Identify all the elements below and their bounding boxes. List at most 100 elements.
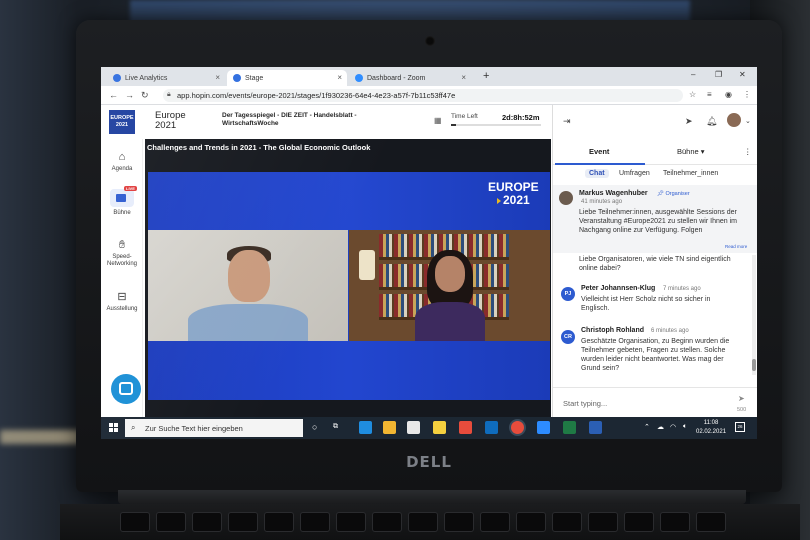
tab-stage[interactable]: Stage × [227, 70, 347, 86]
url-text: app.hopin.com/events/europe-2021/stages/… [177, 91, 456, 100]
tab-label: Stage [245, 74, 264, 82]
tray-chevron-icon[interactable]: ⌃ [644, 423, 650, 431]
collapse-panel-icon[interactable]: ⇥ [563, 116, 571, 127]
tab-label: Bühne [677, 147, 699, 156]
laptop-screen: Live Analytics × Stage × Dashboard - Zoo… [101, 67, 757, 439]
message-time: 41 minutes ago [581, 199, 623, 205]
logo-line1: EUROPE [110, 115, 134, 121]
stage-title: Challenges and Trends in 2021 - The Glob… [147, 143, 371, 152]
sidebar-item-ausstellung[interactable]: ⊟ Ausstellung [101, 291, 143, 312]
chrome-icon[interactable] [511, 421, 524, 434]
close-icon[interactable]: × [337, 73, 342, 82]
keyboard-key [480, 512, 510, 532]
avatar[interactable] [727, 113, 741, 127]
chat-input[interactable]: Start typing... ➤ 500 [553, 387, 757, 417]
hopin-favicon-icon [233, 74, 241, 82]
task-view-icon[interactable]: ⧉ [333, 423, 338, 431]
keyboard-key [408, 512, 438, 532]
tab-live-analytics[interactable]: Live Analytics × [107, 70, 225, 86]
media-icon[interactable]: ≡ [707, 90, 712, 99]
outlook-icon[interactable] [485, 421, 498, 434]
subtab-umfragen[interactable]: Umfragen [619, 170, 650, 177]
sidebar-item-speed-networking[interactable]: ✋︎ Speed- Networking [101, 239, 143, 268]
tab-event[interactable]: Event [589, 147, 609, 156]
clock-date: 02.02.2021 [696, 429, 727, 435]
dell-logo: DELL [406, 453, 452, 471]
panel-tabs: Event Bühne ▾ ⋮ [553, 139, 757, 165]
close-icon[interactable]: × [215, 73, 220, 82]
home-icon: ⌂ [118, 151, 126, 163]
event-logo[interactable]: EUROPE 2021 [109, 110, 135, 134]
clock-time: 11:08 [703, 420, 719, 426]
forward-icon[interactable]: → [125, 90, 134, 100]
message-time: 7 minutes ago [663, 286, 701, 292]
volume-icon[interactable]: 🔈︎ [683, 423, 687, 431]
close-icon[interactable]: × [461, 73, 466, 82]
read-more-link[interactable]: Read more [725, 244, 747, 249]
stage-video[interactable]: EUROPE 2021 [148, 172, 550, 400]
lock-icon[interactable]: 🔒︎ [167, 91, 171, 99]
help-chat-button[interactable] [111, 374, 141, 404]
sponsors-line2: WirtschaftsWoche [222, 120, 279, 127]
keyboard-key [192, 512, 222, 532]
menu-icon[interactable]: ⋮ [743, 90, 751, 99]
tab-buehne[interactable]: Bühne ▾ [677, 147, 705, 156]
window-close-icon[interactable]: ✕ [739, 70, 746, 79]
send-icon[interactable]: ➤ [738, 394, 745, 403]
subtab-teilnehmer[interactable]: Teilnehmer_innen [663, 170, 718, 177]
keyboard-key [336, 512, 366, 532]
avatar: PJ [561, 287, 575, 301]
europe-logo-overlay: EUROPE 2021 [488, 181, 539, 207]
keyboard-key [552, 512, 582, 532]
subtab-chat[interactable]: Chat [585, 169, 609, 178]
tab-label: Live Analytics [125, 74, 168, 82]
speaker-video-right [349, 230, 550, 341]
sidebar-item-buehne[interactable]: LIVE Bühne [101, 186, 143, 216]
keyboard-key [624, 512, 654, 532]
star-icon[interactable]: ☆ [689, 90, 696, 99]
overlay-line2: 2021 [502, 193, 530, 207]
tab-zoom[interactable]: Dashboard - Zoom × [349, 70, 471, 86]
video-camera-icon: LIVE [110, 186, 137, 207]
send-icon[interactable]: ➤ [685, 116, 693, 127]
lock-app-icon[interactable] [433, 421, 446, 434]
new-tab-icon[interactable]: + [483, 70, 489, 82]
avatar [559, 191, 573, 205]
cortana-icon[interactable]: ○ [312, 422, 317, 432]
zoom-icon[interactable] [537, 421, 550, 434]
time-left-value: 2d:8h:52m [502, 113, 540, 122]
keyboard-key [156, 512, 186, 532]
handshake-icon: ✋︎ [118, 239, 126, 251]
search-icon: ⌕ [131, 423, 136, 432]
wifi-icon[interactable]: ◠ [670, 423, 676, 431]
event-sponsors: Der Tagesspiegel - DIE ZEIT - Handelsbla… [222, 112, 357, 128]
keyboard-key [120, 512, 150, 532]
app-icon[interactable] [459, 421, 472, 434]
more-icon[interactable]: ⋮ [744, 147, 752, 156]
message-author: Peter Johannsen-Klug [581, 285, 656, 292]
maximize-icon[interactable]: ❐ [715, 70, 722, 79]
windows-start-icon[interactable] [109, 423, 119, 433]
keyboard-key [264, 512, 294, 532]
url-field[interactable]: app.hopin.com/events/europe-2021/stages/… [163, 89, 683, 102]
taskbar-search[interactable]: ⌕ Zur Suche Text hier eingeben [125, 419, 303, 437]
bell-icon[interactable]: 🔔︎ [706, 116, 717, 127]
cloud-icon[interactable]: ☁︎ [657, 423, 664, 431]
store-icon[interactable] [407, 421, 420, 434]
notification-icon[interactable]: 26 [735, 422, 745, 432]
word-icon[interactable] [589, 421, 602, 434]
profile-icon[interactable]: ◉ [725, 90, 732, 99]
edge-icon[interactable] [359, 421, 372, 434]
keyboard-key [516, 512, 546, 532]
reload-icon[interactable]: ↻ [141, 90, 149, 101]
back-icon[interactable]: ← [109, 90, 118, 100]
minimize-icon[interactable]: – [691, 70, 695, 79]
chat-scrollbar[interactable] [752, 255, 756, 375]
stage-area: Challenges and Trends in 2021 - The Glob… [145, 139, 551, 417]
chevron-down-icon[interactable]: ⌄ [745, 117, 751, 125]
booth-icon: ⊟ [117, 291, 127, 303]
sidebar-item-agenda[interactable]: ⌂ Agenda [101, 151, 143, 172]
file-explorer-icon[interactable] [383, 421, 396, 434]
clock[interactable]: 11:08 02.02.2021 [696, 419, 726, 437]
excel-icon[interactable] [563, 421, 576, 434]
